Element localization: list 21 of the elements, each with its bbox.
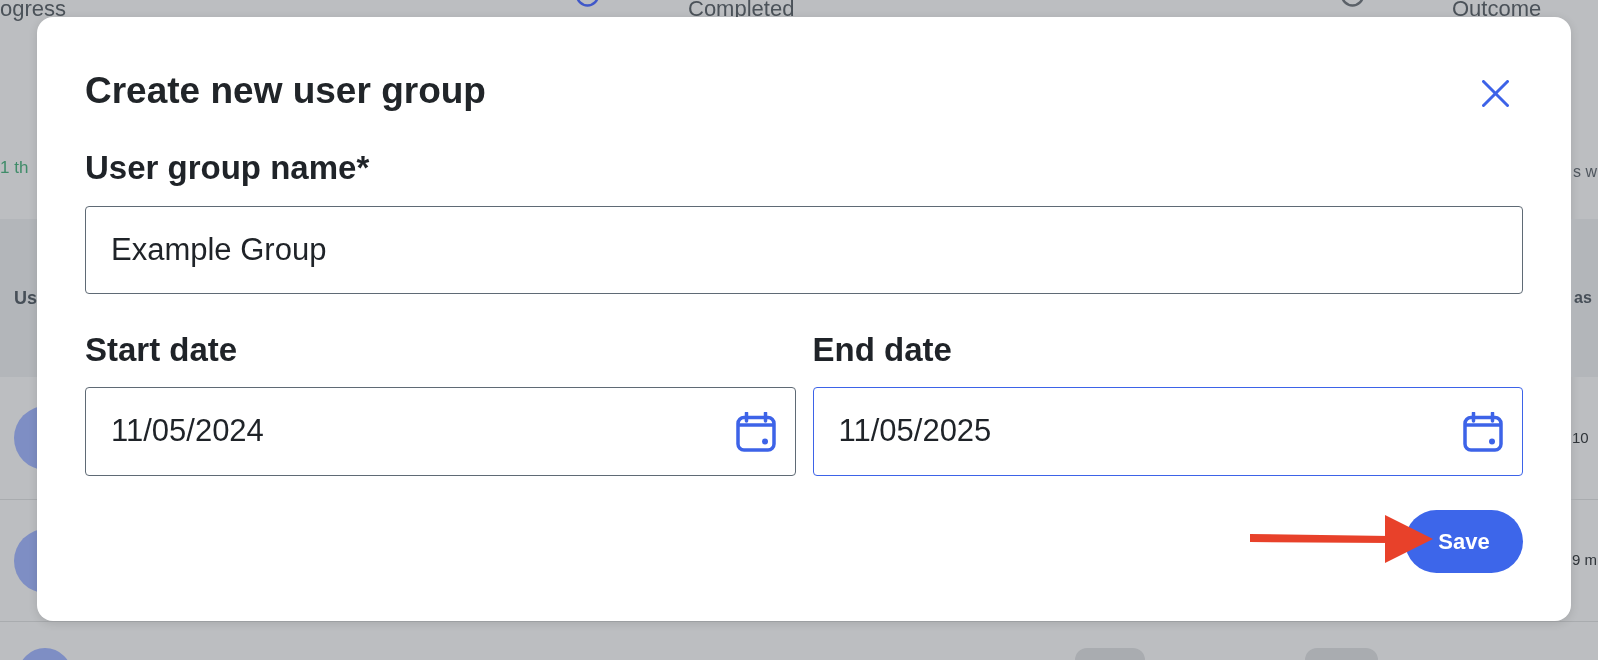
card-note: 1 th	[0, 158, 29, 177]
field-label: User group name*	[85, 149, 371, 187]
avatar-icon	[14, 406, 37, 470]
calendar-icon[interactable]	[735, 411, 776, 452]
close-button[interactable]	[1482, 79, 1509, 107]
column-header: Us	[14, 286, 37, 310]
date-field[interactable]: 11/05/2024	[85, 387, 796, 476]
card-note: s w	[1573, 163, 1597, 180]
card-title: Outcome	[1452, 0, 1542, 17]
date-field[interactable]: 11/05/2025	[812, 387, 1523, 476]
card-title: Completed	[688, 0, 795, 17]
column-header: as	[1574, 288, 1592, 308]
avatar-icon	[14, 528, 37, 593]
text-field[interactable]: Example Group	[85, 206, 1523, 294]
dialog-title: Create new user group	[85, 69, 486, 113]
close-icon	[1482, 79, 1509, 107]
field-label: End date	[812, 331, 953, 369]
calendar-icon[interactable]	[1463, 411, 1503, 452]
field-label: Start date	[85, 331, 239, 369]
table-cell-text: 9 m	[1572, 550, 1597, 571]
table-cell-text: 10	[1572, 427, 1589, 448]
